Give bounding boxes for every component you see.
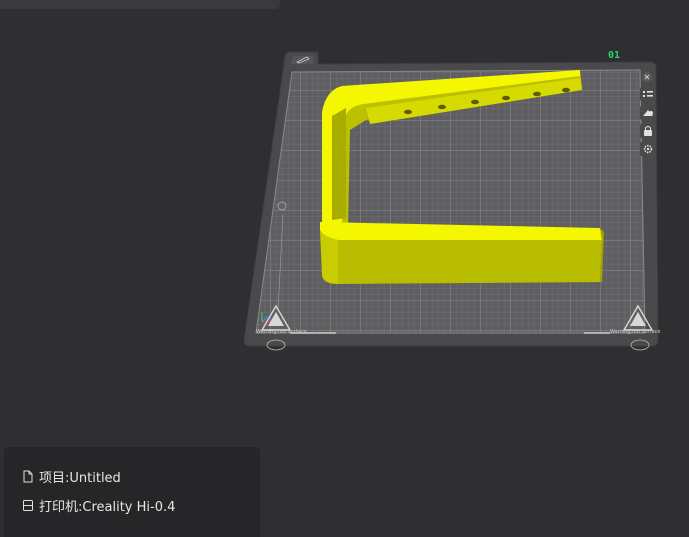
auto-orient-icon[interactable] bbox=[640, 106, 656, 120]
project-row[interactable]: 项目:Untitled bbox=[22, 467, 121, 486]
settings-icon[interactable] bbox=[640, 142, 656, 156]
plate-number[interactable]: 01 bbox=[608, 50, 620, 61]
printer-icon bbox=[23, 500, 33, 511]
project-info-panel: 项目:Untitled 打印机:Creality Hi-0.4 bbox=[4, 447, 260, 537]
printer-label: 打印机:Creality Hi-0.4 bbox=[39, 500, 176, 515]
list-icon[interactable] bbox=[640, 87, 656, 101]
hot-surface-warning-text: Warning,hot surface bbox=[256, 329, 306, 335]
lock-icon[interactable] bbox=[640, 124, 656, 138]
project-label: 项目:Untitled bbox=[39, 471, 121, 486]
file-icon bbox=[23, 470, 33, 483]
plate-edit-icon[interactable] bbox=[291, 56, 313, 64]
close-plate-icon[interactable] bbox=[642, 72, 652, 82]
printer-row[interactable]: 打印机:Creality Hi-0.4 bbox=[22, 496, 175, 515]
hot-surface-warning-text: Warning,hot surface bbox=[610, 329, 660, 335]
